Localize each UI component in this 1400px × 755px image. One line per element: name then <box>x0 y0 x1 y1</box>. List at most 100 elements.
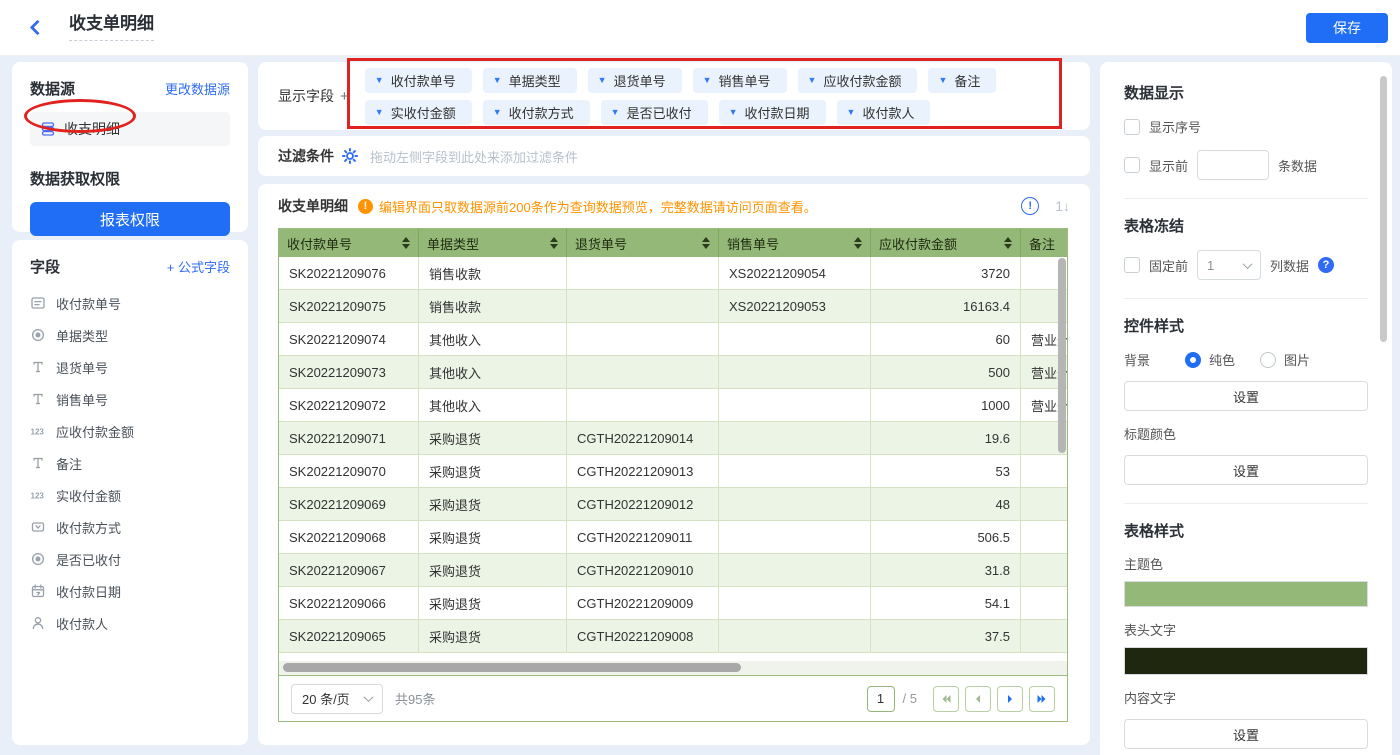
table-cell: SK20221209065 <box>279 620 419 652</box>
display-field-chip[interactable]: ▼实收付金额 <box>365 100 472 125</box>
field-item[interactable]: 销售单号 <box>30 383 230 415</box>
table-row: SK20221209068采购退货CGTH20221209011506.5 <box>279 521 1067 554</box>
display-field-chip[interactable]: ▼收付款单号 <box>365 68 472 93</box>
chevron-down-icon: ▼ <box>729 107 738 117</box>
display-field-chip[interactable]: ▼收付款方式 <box>483 100 590 125</box>
table-cell: 采购退货 <box>419 620 567 652</box>
table-cell <box>719 323 871 355</box>
add-field-button[interactable]: + <box>340 88 349 105</box>
table-preview-card: 收支单明细 ! 编辑界面只取数据源前200条作为查询数据预览，完整数据请访问页面… <box>258 184 1090 745</box>
field-label: 应收付款金额 <box>56 422 134 441</box>
table-cell <box>1021 521 1067 553</box>
field-label: 是否已收付 <box>56 550 121 569</box>
datasource-item[interactable]: 收支明细 <box>30 112 230 146</box>
next-page-button[interactable] <box>997 686 1023 712</box>
title-color-set-button[interactable]: 设置 <box>1124 455 1368 485</box>
table-row: SK20221209073其他收入500营业外收入 <box>279 356 1067 389</box>
vertical-scrollbar[interactable] <box>1058 258 1066 453</box>
gear-icon[interactable] <box>342 148 358 164</box>
column-header[interactable]: 收付款单号 <box>279 229 419 257</box>
table-cell: CGTH20221209011 <box>567 521 719 553</box>
table-row: SK20221209071采购退货CGTH2022120901419.6 <box>279 422 1067 455</box>
column-header[interactable]: 销售单号 <box>719 229 871 257</box>
content-text-set-button[interactable]: 设置 <box>1124 719 1368 749</box>
freeze-count-select[interactable]: 1 <box>1197 250 1261 280</box>
column-header-label: 收付款单号 <box>287 234 352 253</box>
table-cell: 506.5 <box>871 521 1021 553</box>
formula-field-link[interactable]: + 公式字段 <box>167 257 230 276</box>
back-icon[interactable] <box>30 20 46 36</box>
first-page-button[interactable] <box>933 686 959 712</box>
page-number-input[interactable]: 1 <box>867 686 895 712</box>
column-header[interactable]: 单据类型 <box>419 229 567 257</box>
column-header[interactable]: 备注 <box>1021 229 1067 257</box>
field-label: 收付款日期 <box>56 582 121 601</box>
sort-order-icon[interactable]: 1↓ <box>1055 198 1070 214</box>
help-icon[interactable]: ? <box>1318 257 1334 273</box>
display-field-chip[interactable]: ▼是否已收付 <box>601 100 708 125</box>
prev-page-button[interactable] <box>965 686 991 712</box>
display-field-chip[interactable]: ▼收付款日期 <box>719 100 826 125</box>
top-count-input[interactable] <box>1197 150 1269 180</box>
chip-label: 收付款人 <box>862 103 914 122</box>
show-index-checkbox[interactable] <box>1124 119 1140 135</box>
field-item[interactable]: 收付款单号 <box>30 287 230 319</box>
background-set-button[interactable]: 设置 <box>1124 381 1368 411</box>
theme-color-swatch[interactable] <box>1124 581 1368 607</box>
field-item[interactable]: 123应收付款金额 <box>30 415 230 447</box>
horizontal-scrollbar[interactable] <box>283 663 741 672</box>
info-icon[interactable]: ! <box>1021 197 1039 215</box>
column-header-label: 应收付款金额 <box>879 234 957 253</box>
field-item[interactable]: 收付款方式 <box>30 511 230 543</box>
display-field-chip[interactable]: ▼应收付款金额 <box>798 68 918 93</box>
freeze-checkbox[interactable] <box>1124 257 1140 273</box>
report-permission-button[interactable]: 报表权限 <box>30 202 230 236</box>
change-datasource-link[interactable]: 更改数据源 <box>165 79 230 98</box>
save-button[interactable]: 保存 <box>1306 13 1388 43</box>
field-item[interactable]: 备注 <box>30 447 230 479</box>
filter-drop-placeholder[interactable]: 拖动左侧字段到此处来添加过滤条件 <box>370 147 578 166</box>
display-field-chip[interactable]: ▼单据类型 <box>483 68 577 93</box>
field-item[interactable]: 123实收付金额 <box>30 479 230 511</box>
table-cell <box>567 356 719 388</box>
display-field-chip[interactable]: ▼收付款人 <box>837 100 931 125</box>
column-header-label: 退货单号 <box>575 234 627 253</box>
column-header[interactable]: 应收付款金额 <box>871 229 1021 257</box>
field-list: 收付款单号单据类型退货单号销售单号123应收付款金额备注123实收付金额收付款方… <box>30 287 230 639</box>
field-item[interactable]: 退货单号 <box>30 351 230 383</box>
solid-color-radio[interactable] <box>1185 352 1201 368</box>
image-radio[interactable] <box>1260 352 1276 368</box>
table-cell: CGTH20221209013 <box>567 455 719 487</box>
show-top-checkbox[interactable] <box>1124 157 1140 173</box>
chevron-down-icon: ▼ <box>808 75 817 85</box>
table-cell <box>719 455 871 487</box>
field-item[interactable]: 收付款日期 <box>30 575 230 607</box>
field-label: 单据类型 <box>56 326 108 345</box>
field-item[interactable]: 收付款人 <box>30 607 230 639</box>
text-field-icon <box>30 391 46 407</box>
table-cell <box>719 587 871 619</box>
table-cell <box>719 554 871 586</box>
number-field-icon: 123 <box>30 487 46 503</box>
last-page-button[interactable] <box>1029 686 1055 712</box>
table-cell: 48 <box>871 488 1021 520</box>
page-size-select[interactable]: 20 条/页 <box>291 684 383 714</box>
chevron-down-icon: ▼ <box>493 107 502 117</box>
table-cell: SK20221209075 <box>279 290 419 322</box>
table-cell: 500 <box>871 356 1021 388</box>
column-header[interactable]: 退货单号 <box>567 229 719 257</box>
table-row: SK20221209072其他收入1000营业外收入 <box>279 389 1067 422</box>
show-top-suffix: 条数据 <box>1278 156 1317 175</box>
field-item[interactable]: 单据类型 <box>30 319 230 351</box>
panel-scrollbar[interactable] <box>1380 76 1387 342</box>
display-field-chip[interactable]: ▼退货单号 <box>588 68 682 93</box>
table-cell: SK20221209076 <box>279 257 419 289</box>
permission-heading: 数据获取权限 <box>30 168 230 189</box>
display-field-chips: ▼收付款单号▼单据类型▼退货单号▼销售单号▼应收付款金额▼备注▼实收付金额▼收付… <box>365 68 997 125</box>
header-text-color-swatch[interactable] <box>1124 647 1368 675</box>
display-field-chip[interactable]: ▼备注 <box>928 68 996 93</box>
field-item[interactable]: 是否已收付 <box>30 543 230 575</box>
sort-carets-icon <box>1004 237 1012 249</box>
table-row: SK20221209070采购退货CGTH2022120901353 <box>279 455 1067 488</box>
display-field-chip[interactable]: ▼销售单号 <box>693 68 787 93</box>
